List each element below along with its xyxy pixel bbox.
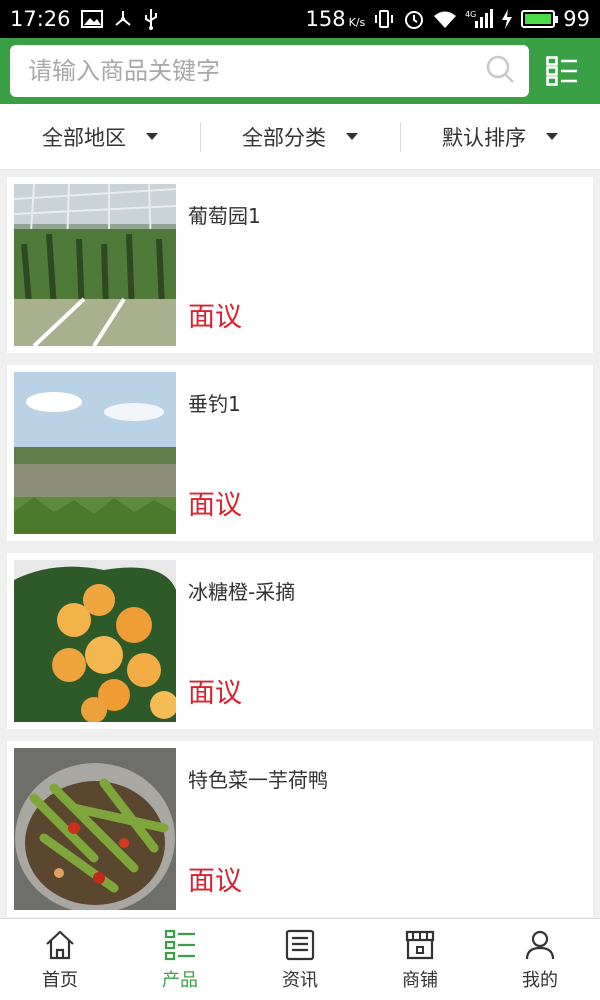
tab-shop[interactable]: 商铺 (360, 919, 480, 1000)
chevron-down-icon (146, 133, 158, 140)
tab-me[interactable]: 我的 (480, 919, 600, 1000)
product-price: 面议 (188, 866, 242, 897)
filter-category[interactable]: 全部分类 (200, 104, 400, 169)
filter-sort-label: 默认排序 (442, 125, 526, 150)
product-card[interactable]: 葡萄园1 面议 (7, 177, 593, 353)
search-header (0, 38, 600, 104)
tab-products[interactable]: 产品 (120, 919, 240, 1000)
user-icon (525, 930, 555, 959)
product-price: 面议 (188, 678, 242, 709)
wifi-icon (433, 10, 457, 28)
tab-label: 首页 (42, 969, 78, 991)
news-icon (285, 929, 315, 960)
product-image[interactable] (14, 748, 176, 910)
category-menu-button[interactable] (535, 45, 590, 97)
product-price: 面议 (188, 302, 242, 333)
tab-label: 产品 (162, 969, 198, 991)
filter-sort[interactable]: 默认排序 (400, 104, 600, 169)
search-input[interactable] (28, 57, 485, 85)
product-price: 面议 (188, 490, 242, 521)
battery-level: 99 (563, 7, 590, 31)
list-menu-icon (546, 56, 578, 86)
home-icon (46, 930, 74, 959)
search-icon[interactable] (485, 54, 515, 88)
chevron-down-icon (546, 133, 558, 140)
charging-icon (501, 9, 513, 29)
signal-icon: 4G (465, 9, 494, 29)
product-list: 葡萄园1 面议 垂钓1 面议 冰糖橙-采摘 面议 特色菜一芋荷鸭 面议 (0, 170, 600, 920)
product-title[interactable]: 葡萄园1 (188, 200, 574, 229)
filter-region[interactable]: 全部地区 (0, 104, 200, 169)
status-time: 17:26 (10, 7, 71, 31)
product-card[interactable]: 特色菜一芋荷鸭 面议 (7, 741, 593, 917)
battery-icon (521, 10, 559, 28)
tab-label: 我的 (522, 969, 558, 991)
status-bar: 17:26 158 K/s 4G 99 (0, 0, 600, 38)
tab-home[interactable]: 首页 (0, 919, 120, 1000)
product-image[interactable] (14, 372, 176, 534)
product-title[interactable]: 垂钓1 (188, 388, 574, 417)
filter-region-label: 全部地区 (42, 125, 126, 150)
tab-label: 商铺 (402, 969, 438, 991)
usb-icon (143, 8, 159, 30)
product-title[interactable]: 冰糖橙-采摘 (188, 576, 574, 605)
tab-news[interactable]: 资讯 (240, 919, 360, 1000)
tab-label: 资讯 (282, 969, 318, 991)
share-notification-icon (113, 9, 133, 29)
product-title[interactable]: 特色菜一芋荷鸭 (188, 764, 574, 793)
shop-icon (405, 930, 435, 959)
search-box[interactable] (10, 45, 529, 97)
filter-category-label: 全部分类 (242, 125, 326, 150)
vibrate-icon (373, 9, 395, 29)
product-card[interactable]: 冰糖橙-采摘 面议 (7, 553, 593, 729)
image-notification-icon (80, 10, 103, 28)
product-card[interactable]: 垂钓1 面议 (7, 365, 593, 541)
alarm-icon (403, 8, 425, 30)
product-image[interactable] (14, 560, 176, 722)
network-speed: 158 K/s (305, 7, 366, 31)
svg-text:4G: 4G (465, 10, 476, 19)
filter-bar: 全部地区 全部分类 默认排序 (0, 104, 600, 170)
list-icon (164, 929, 195, 960)
chevron-down-icon (346, 133, 358, 140)
product-image[interactable] (14, 184, 176, 346)
bottom-tab-bar: 首页 产品 资讯 商铺 我的 (0, 918, 600, 1000)
